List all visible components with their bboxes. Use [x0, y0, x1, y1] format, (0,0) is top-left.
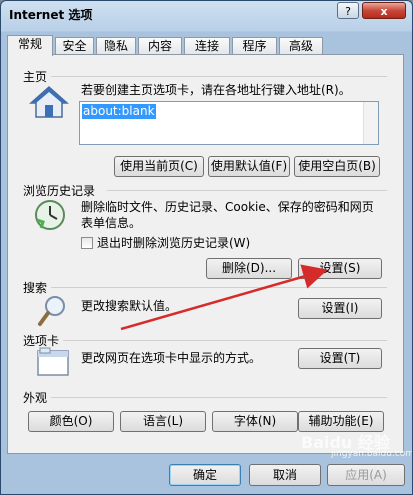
annotation-arrow: [120, 264, 328, 331]
internet-options-dialog: Internet 选项 ? x 常规 安全 隐私 内容 连接 程序 高级 主页 …: [0, 0, 413, 495]
watermark-url: jingyan.baidu.com: [331, 449, 413, 459]
tab-general[interactable]: 常规: [7, 35, 53, 56]
